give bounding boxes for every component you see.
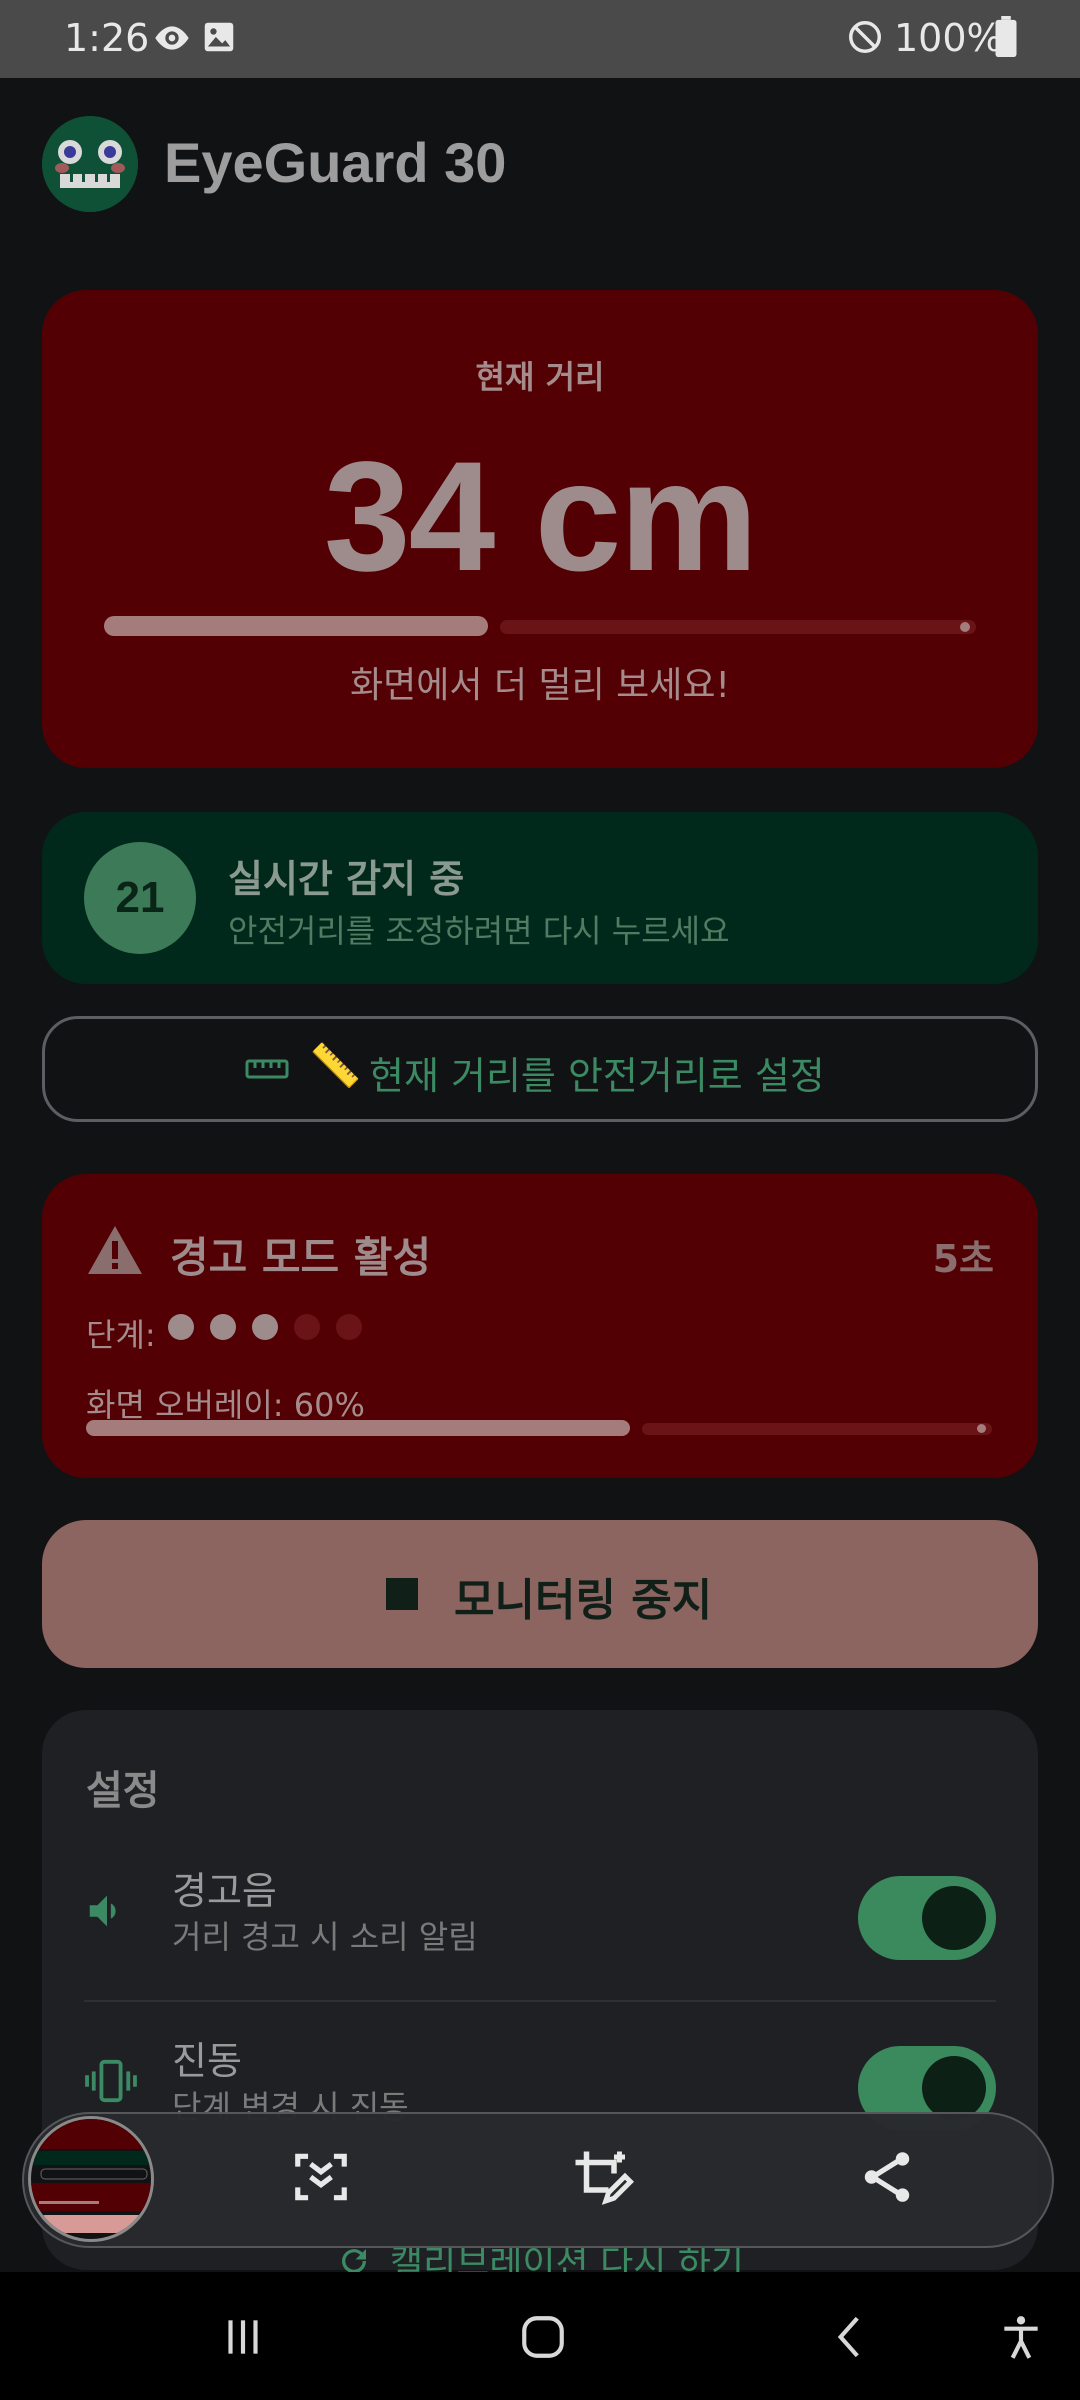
battery-percent: 100% xyxy=(894,16,1003,60)
settings-title: 설정 xyxy=(86,1768,160,1814)
distance-progress-fill xyxy=(104,616,488,636)
screenshot-thumbnail[interactable] xyxy=(28,2116,154,2242)
distance-label: 현재 거리 xyxy=(475,358,605,396)
warning-icon xyxy=(86,1224,144,1280)
distance-message: 화면에서 더 멀리 보세요! xyxy=(350,665,730,706)
stop-icon xyxy=(386,1578,418,1610)
sound-toggle[interactable] xyxy=(858,1876,996,1960)
stop-monitoring-button[interactable]: 모니터링 중지 xyxy=(42,1520,1038,1668)
scroll-capture-icon[interactable] xyxy=(290,2146,352,2212)
eye-icon xyxy=(152,18,192,62)
home-icon[interactable] xyxy=(518,2312,568,2366)
overlay-progress-track xyxy=(641,1423,992,1435)
warning-seconds: 5초 xyxy=(932,1237,994,1281)
eyeguard-logo-icon xyxy=(42,116,138,212)
progress-end-dot xyxy=(977,1424,986,1433)
level-dot-active xyxy=(168,1314,194,1340)
navigation-bar xyxy=(0,2272,1080,2400)
level-dot-inactive xyxy=(336,1314,362,1340)
setting-title: 진동 xyxy=(172,2039,242,2083)
accessibility-icon[interactable] xyxy=(996,2312,1046,2366)
crop-edit-icon[interactable] xyxy=(570,2146,636,2216)
distance-progress-bar xyxy=(104,616,976,636)
stop-monitoring-label: 모니터링 중지 xyxy=(454,1575,713,1626)
pencil-icon: 📏 xyxy=(309,1041,362,1090)
app-title: EyeGuard 30 xyxy=(164,131,507,194)
battery-full-icon xyxy=(994,16,1018,62)
back-icon[interactable] xyxy=(826,2312,876,2366)
vibration-icon xyxy=(84,2058,138,2108)
speaker-icon xyxy=(84,1888,130,1938)
distance-progress-track xyxy=(499,620,976,634)
divider xyxy=(84,2000,996,2002)
distance-value: 34 cm xyxy=(323,430,758,604)
toggle-knob xyxy=(922,1886,986,1950)
toggle-knob xyxy=(922,2056,986,2120)
do-not-disturb-icon xyxy=(846,18,884,60)
progress-end-dot xyxy=(960,622,970,632)
image-icon xyxy=(200,18,238,60)
app-header: EyeGuard 30 xyxy=(42,114,1042,212)
set-safe-distance-button[interactable]: 📏 현재 거리를 안전거리로 설정 xyxy=(42,1016,1038,1122)
status-bar: 1:26 100% xyxy=(0,0,1080,78)
warning-title: 경고 모드 활성 xyxy=(170,1233,432,1282)
status-time: 1:26 xyxy=(64,16,150,60)
warning-card: 경고 모드 활성 5초 단계: 화면 오버레이: 60% xyxy=(42,1174,1038,1478)
detection-subtitle: 안전거리를 조정하려면 다시 누르세요 xyxy=(228,912,730,950)
overlay-progress-fill xyxy=(86,1420,630,1436)
detection-card[interactable]: 21 실시간 감지 중 안전거리를 조정하려면 다시 누르세요 xyxy=(42,812,1038,984)
setting-row-sound[interactable]: 경고음 거리 경고 시 소리 알림 xyxy=(42,1840,1038,1990)
detection-count-badge: 21 xyxy=(84,842,196,954)
distance-card: 현재 거리 34 cm 화면에서 더 멀리 보세요! xyxy=(42,290,1038,768)
level-dot-inactive xyxy=(294,1314,320,1340)
level-label: 단계: xyxy=(86,1316,156,1354)
share-icon[interactable] xyxy=(856,2146,918,2212)
set-safe-distance-label: 현재 거리를 안전거리로 설정 xyxy=(369,1054,825,1098)
ruler-icon xyxy=(245,1057,289,1085)
recents-icon[interactable] xyxy=(218,2312,268,2366)
level-dot-active xyxy=(210,1314,236,1340)
detection-title: 실시간 감지 중 xyxy=(228,857,465,901)
overlay-progress-bar xyxy=(86,1420,992,1436)
setting-subtitle: 거리 경고 시 소리 알림 xyxy=(172,1918,478,1956)
setting-title: 경고음 xyxy=(172,1869,277,1913)
level-dot-active xyxy=(252,1314,278,1340)
